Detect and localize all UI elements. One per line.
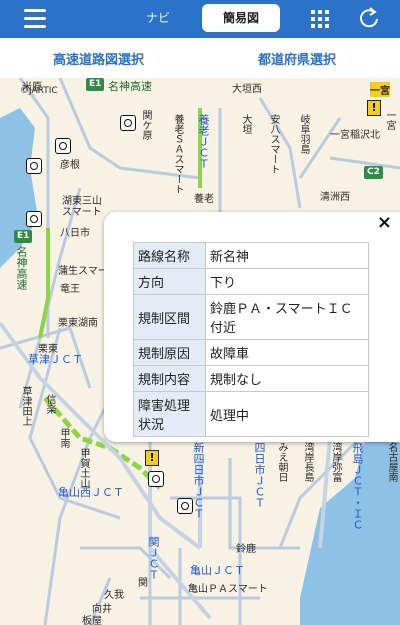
- info-row: 路線名称 新名神: [133, 242, 369, 269]
- lake-biwa: [0, 108, 38, 268]
- camera-icon[interactable]: [26, 158, 42, 174]
- warning-icon[interactable]: !: [145, 450, 159, 466]
- map-select-bar: 高速道路図選択 都道府県選択: [0, 38, 400, 79]
- map-label: 養老: [194, 194, 214, 205]
- map-label: 湖東三山スマート: [62, 196, 102, 218]
- info-row: 障害処理状況 処理中: [133, 391, 369, 437]
- info-key: 規制内容: [133, 365, 206, 392]
- camera-icon[interactable]: [26, 211, 42, 227]
- close-icon[interactable]: ×: [377, 212, 392, 233]
- tab-navi[interactable]: ナビ: [118, 4, 198, 32]
- map-label: 大垣西: [232, 84, 262, 95]
- info-key: 方向: [133, 268, 206, 295]
- route-badge-e1: E1: [86, 78, 105, 91]
- info-value: 新名神: [205, 242, 369, 269]
- map-label: 安八スマート: [268, 114, 279, 174]
- map-label: 岐阜羽島: [298, 114, 309, 154]
- map-label: 新四日市ＪＣＴ: [192, 442, 205, 519]
- info-value: 故障車: [205, 339, 369, 366]
- map-label: 養老ＪＣＴ: [197, 114, 210, 169]
- grid-menu-icon[interactable]: [311, 10, 329, 28]
- view-tabs: ナビ 簡易図: [118, 4, 284, 32]
- map-label: 八日市: [60, 228, 90, 239]
- map-label: 久我: [104, 590, 124, 601]
- camera-icon[interactable]: [120, 115, 136, 131]
- map-label: 関ケ原: [140, 110, 151, 140]
- map-label: 一宮稲沢北: [330, 130, 380, 141]
- map-label: 亀山西ＪＣＴ: [58, 486, 124, 499]
- map-label: 一宮: [384, 110, 395, 130]
- map-label: 甲賀土山: [78, 448, 89, 488]
- info-row: 規制内容 規制なし: [133, 365, 369, 392]
- info-value: 下り: [205, 268, 369, 295]
- map-label: 名古屋南: [386, 442, 397, 482]
- info-key: 障害処理状況: [133, 391, 206, 437]
- map-label: 一宮: [370, 82, 390, 97]
- route-badge-c2: C2: [364, 166, 383, 179]
- app-header: ナビ 簡易図: [0, 0, 400, 38]
- map-label: 甲南: [58, 428, 69, 448]
- regulation-info-popup: × 路線名称 新名神 方向 下り 規制区間 鈴鹿ＰＡ・スマートＩＣ付近 規制原因 故障車 規制内…: [104, 212, 400, 442]
- map-label: 草津ＪＣＴ: [28, 353, 83, 366]
- info-value: 処理中: [205, 391, 369, 437]
- map-label: 亀山ＪＣＴ: [190, 564, 245, 577]
- map-label: 大垣: [240, 114, 251, 134]
- map-label: みえ朝日: [276, 442, 287, 482]
- map-label: 栗東湖南: [58, 318, 98, 329]
- camera-icon[interactable]: [148, 471, 164, 487]
- camera-icon[interactable]: [55, 138, 71, 154]
- map-label: 板屋: [82, 616, 102, 625]
- info-key: 路線名称: [133, 242, 206, 269]
- info-row: 規制区間 鈴鹿ＰＡ・スマートＩＣ付近: [133, 294, 369, 340]
- info-key: 規制原因: [133, 339, 206, 366]
- map-label: 養老ＳＡスマート: [172, 114, 183, 194]
- refresh-icon[interactable]: [358, 6, 380, 30]
- map-label: 亀山ＰＡスマート: [188, 584, 268, 595]
- info-row: 方向 下り: [133, 268, 369, 295]
- info-row: 規制原因 故障車: [133, 339, 369, 366]
- info-key: 規制区間: [133, 294, 206, 340]
- warning-icon[interactable]: !: [367, 100, 381, 116]
- info-value: 鈴鹿ＰＡ・スマートＩＣ付近: [205, 294, 369, 340]
- map-label: 彦根: [60, 160, 80, 171]
- prefecture-select-link[interactable]: 都道府県選択: [258, 49, 336, 68]
- map-label: 竜王: [60, 284, 80, 295]
- copyright-label: ©JARTIC: [20, 86, 58, 96]
- map-label: 関: [138, 578, 148, 589]
- tab-simple-map[interactable]: 簡易図: [202, 4, 280, 32]
- map-label: 関ＪＣＴ: [147, 536, 160, 580]
- camera-icon[interactable]: [177, 498, 193, 514]
- route-badge-e1: E1: [14, 230, 33, 243]
- map-label: 飛島ＪＣＴ・ＩＣ: [351, 442, 364, 530]
- map-label: 草津田上: [20, 386, 31, 426]
- map-label: 湾岸弥富: [330, 442, 341, 482]
- road-map[interactable]: 米原 ©JARTIC E1 名神高速 大垣西 関ケ原 養老ＳＡスマート 養老ＪＣ…: [0, 78, 400, 625]
- map-label: 信楽: [44, 394, 55, 414]
- map-label: 鈴鹿: [236, 544, 256, 555]
- highway-map-select-link[interactable]: 高速道路図選択: [53, 49, 144, 68]
- map-label: 湾岸長島: [302, 442, 313, 482]
- map-label: 名神高速: [108, 80, 152, 93]
- map-label: 四日市ＪＣＴ: [253, 442, 266, 508]
- regulation-info-table: 路線名称 新名神 方向 下り 規制区間 鈴鹿ＰＡ・スマートＩＣ付近 規制原因 故障車 規制内容規…: [133, 242, 369, 437]
- menu-icon[interactable]: [24, 9, 46, 28]
- map-label: 名神高速: [15, 246, 28, 290]
- info-value: 規制なし: [205, 365, 369, 392]
- map-label: 清洲西: [320, 192, 350, 203]
